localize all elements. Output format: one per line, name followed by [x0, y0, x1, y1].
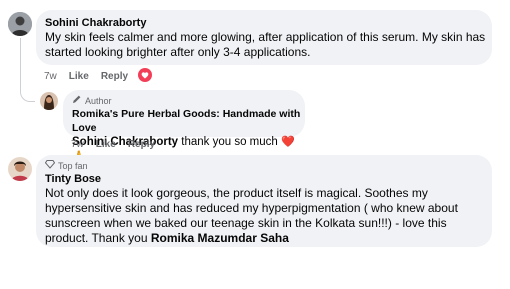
- like-button[interactable]: Like: [69, 71, 89, 82]
- comment-bubble: Sohini Chakraborty My skin feels calmer …: [36, 10, 492, 65]
- avatar[interactable]: [40, 92, 58, 110]
- author-badge: Author: [72, 94, 302, 107]
- diamond-icon: [44, 159, 56, 172]
- mention-link[interactable]: Romika Mazumdar Saha: [151, 231, 289, 245]
- reply-actions: 7w Like Reply: [71, 139, 155, 150]
- user-photo-icon: [8, 12, 32, 36]
- comment-author[interactable]: Tinty Bose: [45, 172, 487, 186]
- reply-time[interactable]: 7w: [71, 139, 84, 150]
- like-button[interactable]: Like: [96, 139, 116, 150]
- top-fan-label: Top fan: [58, 160, 88, 171]
- comment-bubble: Top fan Tinty Bose Not only does it look…: [36, 155, 492, 247]
- top-fan-badge: Top fan: [44, 159, 487, 172]
- comment-actions: 7w Like Reply: [44, 68, 153, 85]
- avatar[interactable]: [8, 12, 32, 36]
- comment-time[interactable]: 7w: [44, 71, 57, 82]
- thread-connector: [20, 38, 35, 102]
- reply-author[interactable]: Romika's Pure Herbal Goods: Handmade wit…: [72, 107, 302, 135]
- reply-button[interactable]: Reply: [101, 71, 128, 82]
- pencil-icon: [72, 94, 82, 107]
- comment-text: My skin feels calmer and more glowing, a…: [45, 30, 486, 59]
- comment-author[interactable]: Sohini Chakraborty: [45, 16, 487, 30]
- comment-text: Not only does it look gorgeous, the prod…: [45, 186, 487, 246]
- page-logo-icon: [40, 92, 58, 110]
- user-photo-icon: [8, 157, 32, 181]
- author-badge-label: Author: [85, 95, 112, 106]
- avatar[interactable]: [8, 157, 32, 181]
- heart-reaction-icon[interactable]: [138, 68, 153, 85]
- reply-button[interactable]: Reply: [128, 139, 155, 150]
- reply-bubble: Author Romika's Pure Herbal Goods: Handm…: [63, 90, 305, 163]
- reply-text-body: thank you so much: [178, 136, 281, 148]
